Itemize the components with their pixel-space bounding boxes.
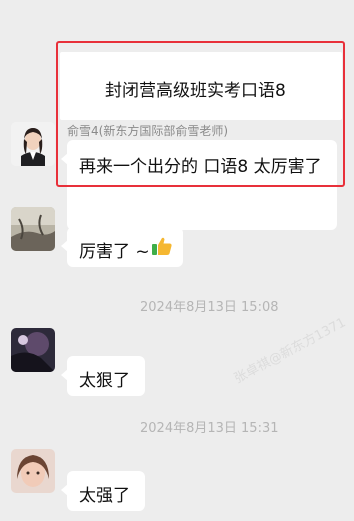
avatar-user[interactable] <box>11 449 55 493</box>
message-bubble[interactable]: 厉害了 ~ <box>61 227 183 267</box>
bubble-tail <box>61 153 68 165</box>
sender-name: 俞雪4(新东方国际部俞雪老师) <box>67 124 228 138</box>
user-avatar-image <box>11 207 55 251</box>
bubble-tail <box>61 240 68 252</box>
bubble-tail <box>61 369 68 381</box>
message-bubble[interactable]: 太狠了 <box>61 356 145 396</box>
message-text: 太狠了 <box>79 371 130 391</box>
message-text: 封闭营高级班实考口语8 <box>105 81 286 101</box>
user-avatar-image <box>11 449 55 493</box>
message-bubble[interactable]: 太强了 <box>61 471 145 511</box>
thumbs-up-emoji-icon <box>151 235 173 257</box>
avatar-user[interactable] <box>11 328 55 372</box>
teacher-avatar-image <box>11 122 55 166</box>
message-text: 厉害了 ~ <box>79 242 150 262</box>
avatar-teacher[interactable] <box>11 122 55 166</box>
message-bubble-header[interactable]: 封闭营高级班实考口语8 <box>60 52 342 120</box>
timestamp: 2024年8月13日 15:31 <box>140 421 279 436</box>
watermark: 张卓祺@新东方1371 <box>231 315 349 387</box>
bubble-tail <box>61 484 68 496</box>
chat-window: 张卓祺@新东方1371 俞雪4(新东方国际部俞雪老师) 封闭营高级班实考口语8 … <box>0 0 354 521</box>
avatar-user[interactable] <box>11 207 55 251</box>
message-text: 太强了 <box>79 486 130 506</box>
message-text: 再来一个出分的 口语8 太厉害了 <box>79 157 322 177</box>
user-avatar-image <box>11 328 55 372</box>
timestamp: 2024年8月13日 15:08 <box>140 300 279 315</box>
